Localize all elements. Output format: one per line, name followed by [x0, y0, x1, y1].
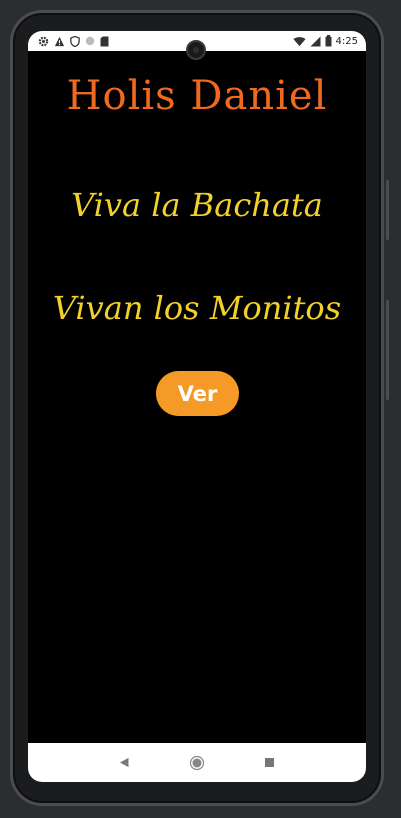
circle-icon	[85, 36, 95, 46]
recents-icon[interactable]	[258, 751, 282, 775]
monitos-text: Vivan los Monitos	[52, 289, 342, 327]
home-icon[interactable]	[185, 751, 209, 775]
page-title: Holis Daniel	[66, 73, 328, 119]
device-screen: 4:25 Holis Daniel Viva la Bachata Vivan …	[28, 31, 366, 782]
power-button	[386, 180, 389, 240]
volume-button	[386, 300, 389, 400]
ver-button[interactable]: Ver	[156, 371, 239, 416]
bachata-text: Viva la Bachata	[71, 186, 323, 224]
sd-card-icon	[100, 36, 109, 47]
warning-icon	[54, 36, 65, 47]
signal-icon	[310, 36, 321, 47]
battery-icon	[325, 35, 332, 47]
gear-icon	[38, 36, 49, 47]
back-icon[interactable]	[112, 751, 136, 775]
navigation-bar	[28, 743, 366, 782]
front-camera	[186, 40, 206, 60]
status-time: 4:25	[335, 35, 358, 47]
wifi-icon	[292, 36, 306, 47]
shield-icon	[70, 35, 80, 47]
